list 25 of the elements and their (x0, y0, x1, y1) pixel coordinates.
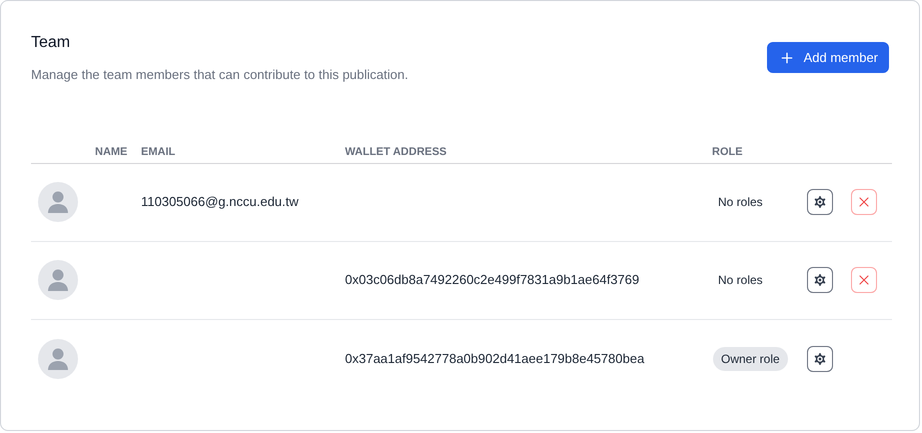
settings-button[interactable] (807, 189, 833, 215)
section-title: Team (31, 33, 72, 53)
remove-button[interactable] (851, 267, 877, 293)
settings-button[interactable] (807, 267, 833, 293)
avatar-icon (38, 182, 78, 222)
add-member-button[interactable]: Add member (766, 42, 889, 73)
section-description: Manage the team members that can contribute to this publication. (31, 66, 408, 84)
plus-icon (778, 50, 795, 66)
role-label: No roles (718, 272, 763, 289)
remove-button[interactable] (851, 189, 877, 215)
column-header: EMAIL (141, 144, 176, 160)
avatar-icon (38, 338, 78, 378)
settings-icon (812, 350, 828, 366)
column-header: ROLE (712, 144, 744, 160)
avatar-icon (38, 260, 78, 300)
role-badge: Owner role (713, 346, 788, 370)
column-header: WALLET ADDRESS (345, 144, 448, 160)
column-header: NAME (95, 144, 128, 160)
email-cell-text: 110305066@g.nccu.edu.tw (141, 193, 300, 212)
settings-icon (812, 194, 828, 210)
wallet-address-cell-text: 0x37aa1af9542778a0b902d41aee179b8e45780bea (345, 350, 646, 368)
settings-icon (812, 272, 828, 288)
role-label: No roles (718, 194, 763, 211)
settings-button[interactable] (807, 346, 833, 372)
wallet-address-cell-text: 0x03c06db8a7492260c2e499f7831a9b1ae64f3769 (345, 271, 640, 290)
